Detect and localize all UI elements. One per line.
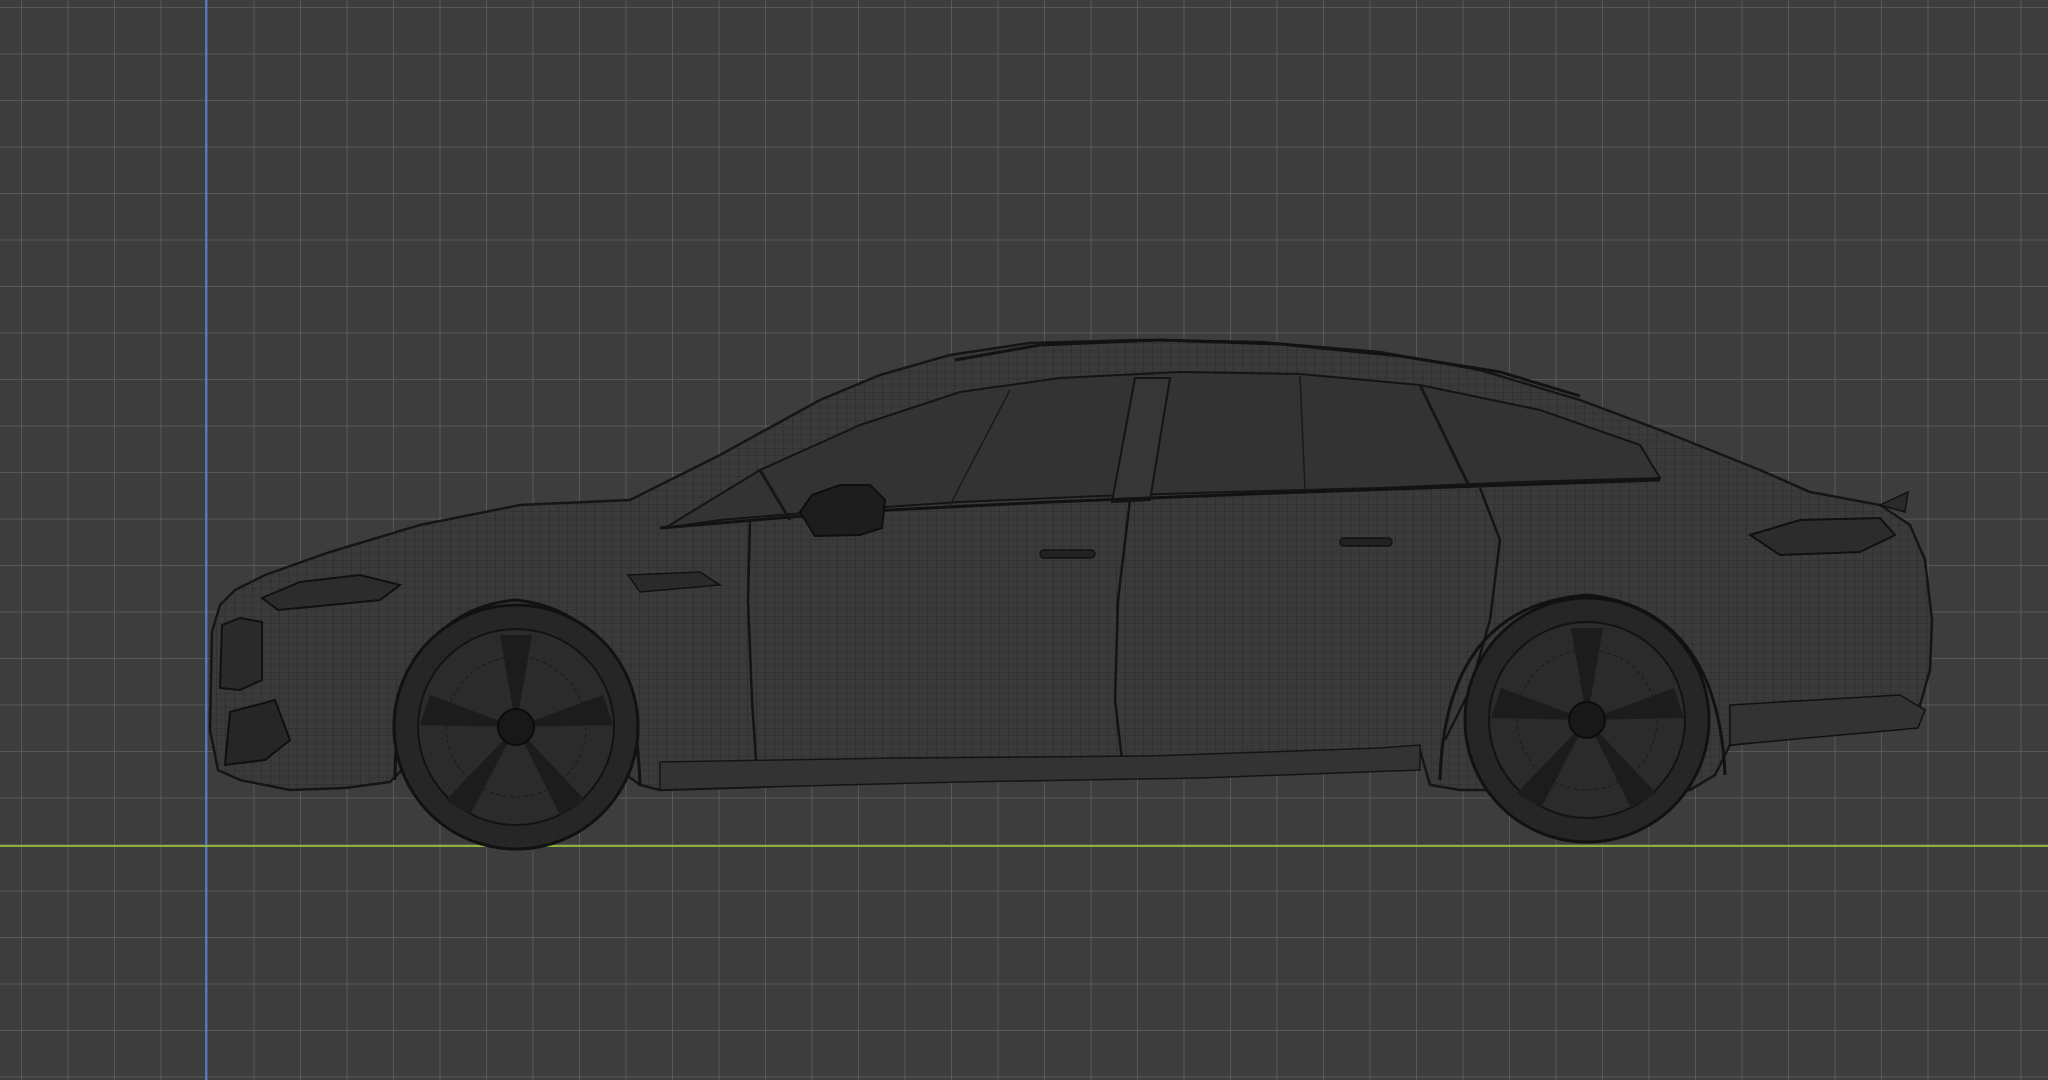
door-handle-icon [1339,537,1393,547]
rear-wheel[interactable] [1463,596,1711,844]
viewport-canvas[interactable] [0,0,2048,1080]
wheel-hub [497,708,535,746]
wheel-hub [1568,701,1606,739]
3d-viewport[interactable] [0,0,2048,1080]
front-wheel[interactable] [392,603,640,851]
door-handle-icon [1039,549,1096,559]
front-grille [218,616,263,692]
car-model[interactable] [200,330,1940,851]
